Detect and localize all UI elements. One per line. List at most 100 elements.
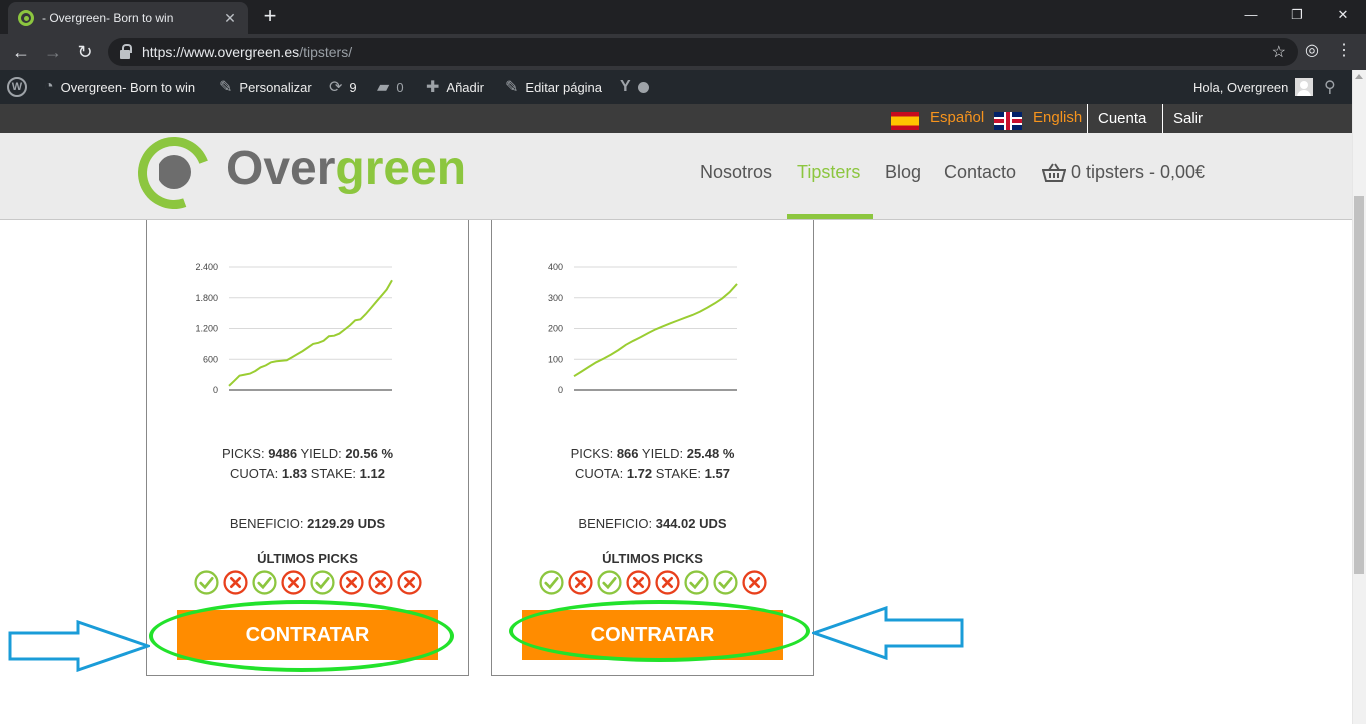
pick-loss-cross-icon (567, 570, 593, 595)
wp-logo-icon[interactable]: W (7, 70, 27, 104)
profit-chart-2: 0 100 200 300 400 (548, 262, 738, 395)
last-picks-title: ÚLTIMOS PICKS (602, 551, 703, 566)
profit-chart-1: 0 600 1.200 1.800 2.400 (195, 262, 393, 395)
admin-account[interactable]: Hola, Overgreen (1193, 70, 1314, 104)
nav-tipsters[interactable]: Tipsters (797, 162, 860, 183)
menu-kebab-icon[interactable]: ⋮ (1332, 40, 1356, 60)
y-tick-label: 1.800 (195, 293, 218, 303)
browser-tab[interactable]: - Overgreen- Born to win ✕ (8, 2, 248, 34)
reload-icon[interactable]: ↻ (72, 39, 98, 65)
site-favicon-icon (18, 10, 34, 26)
yoast-seo[interactable]: Y (620, 70, 649, 104)
pick-loss-cross-icon (741, 570, 767, 595)
pick-win-check-icon (251, 570, 277, 595)
url-host: https://www.overgreen.es (142, 44, 300, 60)
site-header: Overgreen Nosotros Tipsters Blog Contact… (0, 125, 1352, 221)
admin-edit-page[interactable]: ✎ Editar página (505, 70, 602, 104)
seo-status-dot-icon (637, 81, 649, 93)
y-tick-label: 300 (548, 293, 563, 303)
logo-text: Overgreen (226, 142, 467, 195)
back-arrow-icon[interactable]: ← (8, 39, 34, 65)
pick-win-check-icon (712, 570, 738, 595)
wp-admin-bar: W ◔ Overgreen- Born to win ✎ Personaliza… (0, 70, 1366, 104)
updates-icon: ⟳ (329, 79, 343, 96)
pick-loss-cross-icon (280, 570, 306, 595)
bookmark-star-icon[interactable]: ☆ (1272, 42, 1286, 62)
browser-toolbar: ← → ↻ https://www.overgreen.es /tipsters… (0, 34, 1366, 70)
browser-tabstrip: - Overgreen- Born to win ✕ + — ❐ ✕ (0, 0, 1366, 34)
admin-customize-label: Personalizar (239, 79, 312, 95)
spain-flag-icon[interactable] (891, 112, 919, 130)
avatar (1295, 78, 1314, 96)
y-tick-label: 400 (548, 262, 563, 272)
pick-win-check-icon (683, 570, 709, 595)
lang-es-link[interactable]: Español (930, 109, 984, 126)
address-bar[interactable]: https://www.overgreen.es /tipsters/ ☆ (108, 38, 1298, 66)
y-tick-label: 600 (203, 354, 218, 364)
y-tick-label: 200 (548, 324, 563, 334)
contratar-button[interactable]: CONTRATAR (522, 610, 783, 660)
admin-search-icon[interactable]: ⚲ (1324, 70, 1336, 104)
site-top-bar: Español English Cuenta Salir (0, 104, 1352, 133)
lock-icon (120, 43, 132, 59)
yoast-icon: Y (620, 78, 631, 95)
forward-arrow-icon[interactable]: → (40, 39, 66, 65)
admin-comments[interactable]: ▰ 0 (377, 70, 404, 104)
tipster-card-2: 0 100 200 300 400 PICKS: 866 YIELD: 25.48 % … (491, 220, 814, 676)
scrollbar-thumb[interactable] (1354, 196, 1364, 574)
y-tick-label: 100 (548, 354, 563, 364)
account-link[interactable]: Cuenta (1087, 104, 1156, 133)
admin-comments-count: 0 (396, 79, 404, 95)
cuota-stake-line: CUOTA: 1.83 STAKE: 1.12 (230, 466, 385, 481)
close-tab-icon[interactable]: ✕ (222, 10, 238, 27)
cart-summary: 0 tipsters - 0,00€ (1071, 162, 1206, 182)
admin-site-name-label: Overgreen- Born to win (60, 79, 196, 95)
pick-loss-cross-icon (396, 570, 422, 595)
pick-loss-cross-icon (625, 570, 651, 595)
scroll-up-arrow-icon[interactable] (1355, 74, 1363, 79)
y-tick-label: 1.200 (195, 324, 218, 334)
y-tick-label: 2.400 (195, 262, 218, 272)
pick-loss-cross-icon (367, 570, 393, 595)
nav-contacto[interactable]: Contacto (944, 162, 1016, 183)
nav-blog[interactable]: Blog (885, 162, 921, 183)
active-nav-underline (787, 214, 873, 219)
plus-icon: ✚ (426, 79, 440, 96)
basket-icon (1042, 162, 1066, 182)
minimize-icon[interactable]: — (1228, 0, 1274, 30)
last-picks-title: ÚLTIMOS PICKS (257, 551, 358, 566)
lang-en-link[interactable]: English (1033, 109, 1082, 126)
admin-updates[interactable]: ⟳ 9 (329, 70, 357, 104)
picks-yield-line: PICKS: 866 YIELD: 25.48 % (570, 446, 735, 461)
admin-customize[interactable]: ✎ Personalizar (219, 70, 312, 104)
uk-flag-icon[interactable] (994, 112, 1022, 130)
brush-icon: ✎ (219, 79, 233, 96)
admin-add-new[interactable]: ✚ Añadir (426, 70, 484, 104)
nav-nosotros[interactable]: Nosotros (700, 162, 772, 183)
pencil-icon: ✎ (505, 79, 519, 96)
beneficio-line: BENEFICIO: 344.02 UDS (578, 516, 727, 531)
new-tab-icon[interactable]: + (258, 4, 282, 28)
logout-link[interactable]: Salir (1162, 104, 1213, 133)
restore-icon[interactable]: ❐ (1274, 0, 1320, 30)
pick-win-check-icon (193, 570, 219, 595)
dashboard-icon: ◔ (44, 78, 54, 95)
cart-link[interactable]: 0 tipsters - 0,00€ (1042, 162, 1205, 183)
profit-line (228, 279, 393, 387)
contratar-button[interactable]: CONTRATAR (177, 610, 438, 660)
admin-greeting: Hola, Overgreen (1193, 79, 1289, 95)
close-window-icon[interactable]: ✕ (1320, 0, 1366, 30)
tipster-card-1: 0 600 1.200 1.800 2.400 PICKS: 9486 YIELD: 2… (146, 220, 469, 676)
pick-win-check-icon (596, 570, 622, 595)
incognito-icon[interactable]: ◎ (1300, 40, 1324, 60)
admin-site-name[interactable]: ◔ Overgreen- Born to win (44, 70, 195, 104)
pick-loss-cross-icon (222, 570, 248, 595)
cuota-stake-line: CUOTA: 1.72 STAKE: 1.57 (575, 466, 730, 481)
pick-loss-cross-icon (338, 570, 364, 595)
tab-title: - Overgreen- Born to win (42, 11, 174, 25)
pick-win-check-icon (309, 570, 335, 595)
pick-win-check-icon (538, 570, 564, 595)
comment-icon: ▰ (377, 79, 390, 96)
annotation-arrow-right-icon (8, 620, 150, 672)
admin-edit-page-label: Editar página (525, 79, 603, 95)
